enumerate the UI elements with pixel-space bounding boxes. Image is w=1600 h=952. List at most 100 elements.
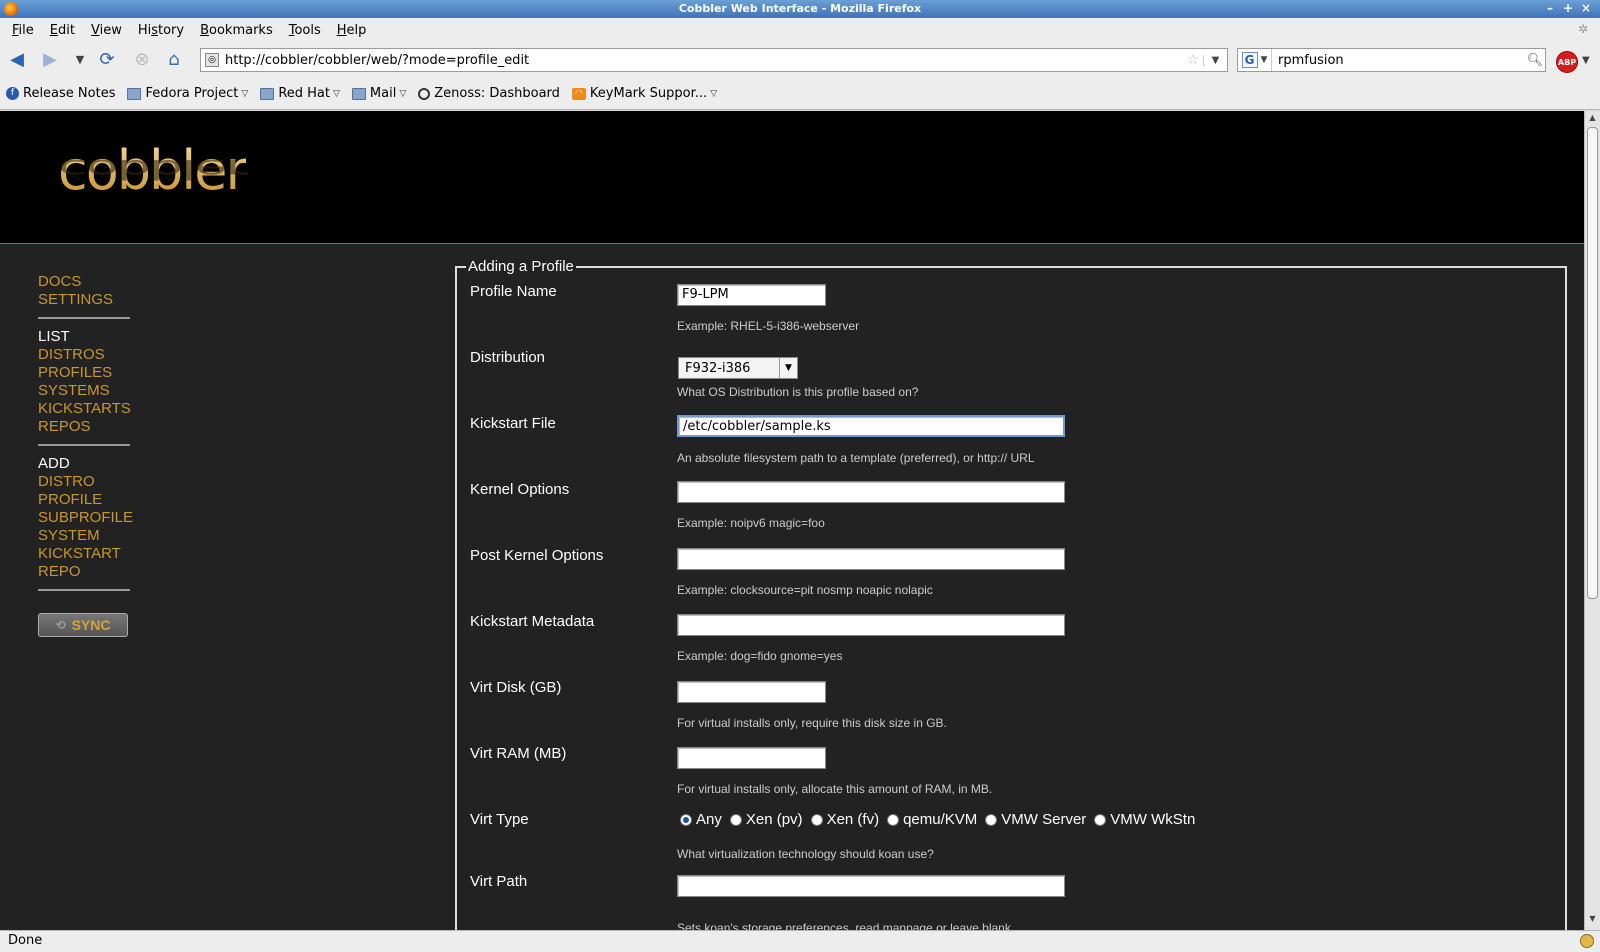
distribution-hint: What OS Distribution is this profile bas… xyxy=(677,385,919,399)
menu-help[interactable]: Help xyxy=(329,23,375,38)
virt-disk-hint: For virtual installs only, require this … xyxy=(677,716,947,730)
menu-history[interactable]: History xyxy=(130,23,192,38)
sidebar-item-docs[interactable]: DOCS xyxy=(38,273,130,291)
sidebar-item-add-profile[interactable]: PROFILE xyxy=(38,491,130,509)
virt-ram-hint: For virtual installs only, allocate this… xyxy=(677,782,993,796)
sidebar-item-add-system[interactable]: SYSTEM xyxy=(38,527,130,545)
search-engine-selector[interactable]: G ▼ xyxy=(1238,49,1272,71)
scroll-up-icon[interactable]: ▲ xyxy=(1585,113,1600,127)
sidebar-item-add-kickstart[interactable]: KICKSTART xyxy=(38,545,130,563)
bookmark-zenoss-dashboard[interactable]: Zenoss: Dashboard xyxy=(418,86,560,101)
kernel-options-input[interactable] xyxy=(677,481,1065,503)
scrollbar-thumb[interactable] xyxy=(1587,127,1598,599)
search-input[interactable]: rpmfusion xyxy=(1272,53,1525,68)
window-title: Cobbler Web Interface - Mozilla Firefox xyxy=(678,2,922,15)
kernel-options-hint: Example: noipv6 magic=foo xyxy=(677,516,825,530)
url-dropdown-icon[interactable]: ▼ xyxy=(1203,54,1227,66)
sidebar-item-profiles[interactable]: PROFILES xyxy=(38,364,130,382)
virt-path-input[interactable] xyxy=(677,875,1065,897)
virt-type-label: Virt Type xyxy=(470,811,529,828)
bookmark-keymark-support[interactable]: ◠ KeyMark Suppor... ▽ xyxy=(571,86,717,101)
profile-name-input[interactable]: F9-LPM xyxy=(677,284,826,306)
radio-label: Xen (pv) xyxy=(745,811,803,828)
profile-name-label: Profile Name xyxy=(470,283,557,300)
radio-button[interactable] xyxy=(887,813,900,826)
virt-type-option-any[interactable]: Any xyxy=(680,811,722,828)
bookmark-red-hat[interactable]: Red Hat ▽ xyxy=(260,86,340,101)
menu-edit[interactable]: Edit xyxy=(42,23,83,38)
bookmark-star-icon[interactable]: ☆ xyxy=(1183,52,1203,68)
virt-type-option-qemu-kvm[interactable]: qemu/KVM xyxy=(887,811,977,828)
post-kernel-options-input[interactable] xyxy=(677,548,1065,570)
search-magnifier-icon[interactable]: 🔍︎ xyxy=(1525,53,1545,68)
vertical-scrollbar[interactable]: ▲ ▼ xyxy=(1584,111,1600,930)
radio-button[interactable] xyxy=(680,813,692,826)
virt-type-hint: What virtualization technology should ko… xyxy=(677,847,934,861)
kickstart-metadata-input[interactable] xyxy=(677,614,1065,636)
menu-bookmarks[interactable]: Bookmarks xyxy=(192,23,281,38)
kickstart-file-input[interactable]: /etc/cobbler/sample.ks xyxy=(677,415,1065,437)
menu-tools[interactable]: Tools xyxy=(281,23,329,38)
home-button[interactable]: ⌂ xyxy=(162,49,186,71)
close-button[interactable]: × xyxy=(1578,1,1594,17)
radio-button[interactable] xyxy=(729,813,742,826)
folder-icon xyxy=(260,87,275,100)
virt-path-hint: Sets koan's storage preferences, read ma… xyxy=(677,921,1015,930)
adblock-dropdown-icon[interactable]: ▼ xyxy=(1582,55,1590,66)
sidebar-item-kickstarts[interactable]: KICKSTARTS xyxy=(38,400,131,418)
reload-button[interactable]: ⟳ xyxy=(95,49,119,71)
virt-ram-input[interactable] xyxy=(677,747,826,769)
navigation-toolbar: ◀ ▶ ▼ ⟳ ⊗ ⌂ ◎ http://cobbler/cobbler/web… xyxy=(0,42,1600,78)
sidebar-item-add-subprofile[interactable]: SUBPROFILE xyxy=(38,509,133,527)
menu-history-label: tory xyxy=(158,22,185,38)
sync-icon: ⟲ xyxy=(55,618,66,632)
bookmarks-toolbar: f Release Notes Fedora Project ▽ Red Hat… xyxy=(0,78,1600,110)
zenoss-icon xyxy=(418,87,431,100)
chevron-down-icon: ▽ xyxy=(399,88,407,99)
menu-file[interactable]: File xyxy=(4,23,42,38)
scroll-down-icon[interactable]: ▼ xyxy=(1585,914,1600,928)
folder-icon xyxy=(351,87,366,100)
stop-button[interactable]: ⊗ xyxy=(130,49,154,71)
virt-type-option-xen-fv[interactable]: Xen (fv) xyxy=(810,811,879,828)
virt-type-option-vmw-wkstn[interactable]: VMW WkStn xyxy=(1094,811,1195,828)
virt-type-option-vmw-server[interactable]: VMW Server xyxy=(985,811,1086,828)
sync-button[interactable]: ⟲ SYNC xyxy=(38,613,128,637)
bookmark-label: Release Notes xyxy=(23,86,116,101)
history-dropdown-icon[interactable]: ▼ xyxy=(68,49,92,71)
distribution-select[interactable]: F932-i386 ▼ xyxy=(678,357,798,379)
sidebar-item-systems[interactable]: SYSTEMS xyxy=(38,382,130,400)
status-smiley-icon[interactable] xyxy=(1580,934,1594,948)
virt-type-option-xen-pv[interactable]: Xen (pv) xyxy=(729,811,803,828)
virt-path-label: Virt Path xyxy=(470,873,528,890)
sidebar-item-distros[interactable]: DISTROS xyxy=(38,346,130,364)
back-button[interactable]: ◀ xyxy=(5,49,29,71)
site-identity-icon[interactable]: ◎ xyxy=(205,53,219,67)
sidebar-item-repos[interactable]: REPOS xyxy=(38,418,130,436)
url-input[interactable]: http://cobbler/cobbler/web/?mode=profile… xyxy=(225,53,1183,68)
cobbler-logo-reflection: cobbler xyxy=(58,153,246,186)
distribution-selected-value: F932-i386 xyxy=(685,360,751,376)
search-bar[interactable]: G ▼ rpmfusion 🔍︎ xyxy=(1237,48,1546,72)
sidebar-item-add-distro[interactable]: DISTRO xyxy=(38,473,130,491)
adblock-plus-icon[interactable]: ABP xyxy=(1556,51,1578,73)
bookmark-release-notes[interactable]: f Release Notes xyxy=(6,86,115,101)
bookmark-mail[interactable]: Mail ▽ xyxy=(351,86,407,101)
radio-button[interactable] xyxy=(985,813,998,826)
sidebar-item-add-repo[interactable]: REPO xyxy=(38,563,130,581)
sync-label: SYNC xyxy=(71,617,111,633)
sidebar-item-settings[interactable]: SETTINGS xyxy=(38,291,130,309)
radio-label: VMW Server xyxy=(1001,811,1087,828)
radio-button[interactable] xyxy=(810,813,823,826)
address-bar[interactable]: ◎ http://cobbler/cobbler/web/?mode=profi… xyxy=(200,48,1228,72)
status-bar: Done xyxy=(0,930,1600,952)
sidebar-divider xyxy=(38,317,130,319)
radio-button[interactable] xyxy=(1094,813,1107,826)
forward-button[interactable]: ▶ xyxy=(38,49,62,71)
chevron-down-icon: ▼ xyxy=(779,358,797,378)
minimize-button[interactable]: – xyxy=(1542,1,1558,17)
menu-view[interactable]: View xyxy=(83,23,130,38)
bookmark-fedora-project[interactable]: Fedora Project ▽ xyxy=(127,86,248,101)
maximize-button[interactable]: + xyxy=(1560,1,1576,17)
virt-disk-input[interactable] xyxy=(677,681,826,703)
